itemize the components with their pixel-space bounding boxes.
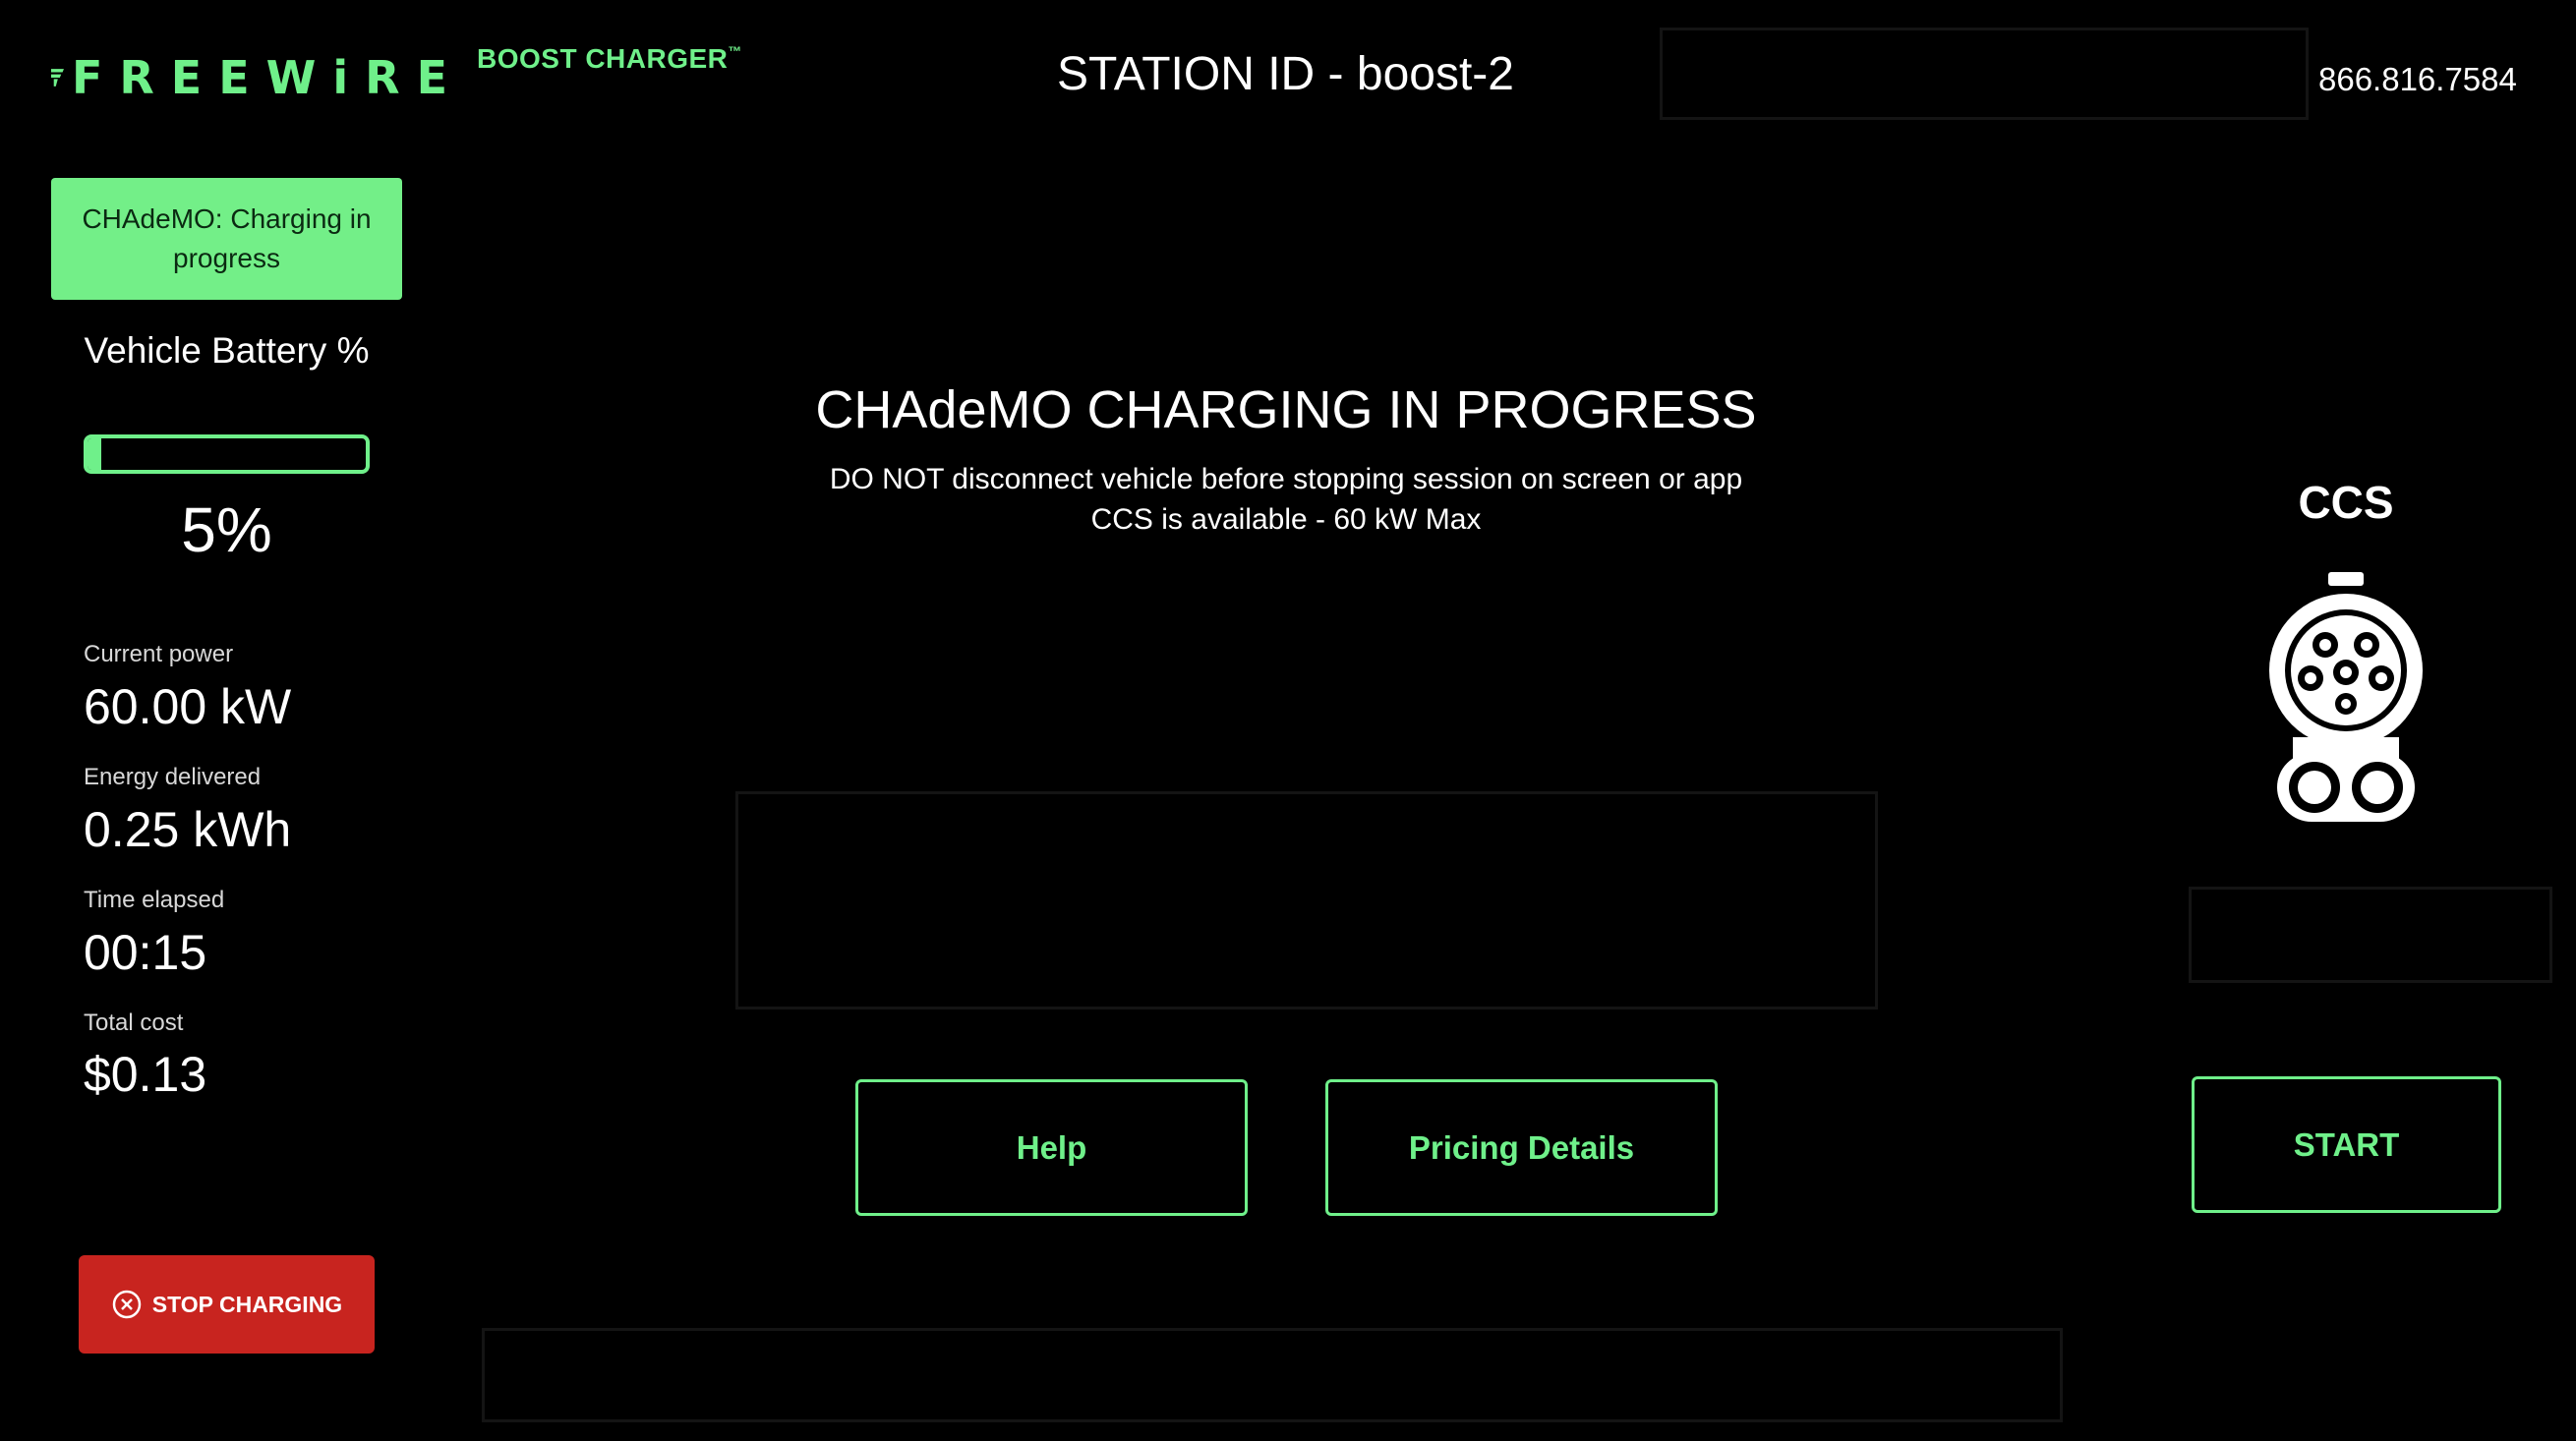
charger-screen: FREEWiRE BOOST CHARGER™ STATION ID - boo…: [0, 0, 2576, 1441]
footer-placeholder-box: [482, 1328, 2063, 1422]
help-button[interactable]: Help: [855, 1079, 1248, 1216]
start-button-label: START: [2293, 1125, 2400, 1163]
status-badge: CHAdeMO: Charging in progress: [51, 178, 402, 300]
connector-placeholder-box: [2189, 887, 2552, 983]
trademark-symbol: ™: [728, 43, 742, 59]
pricing-details-button[interactable]: Pricing Details: [1325, 1079, 1718, 1216]
support-phone: 866.816.7584: [2318, 61, 2517, 97]
stop-charging-label: STOP CHARGING: [151, 1291, 343, 1317]
energy-delivered-label: Energy delivered: [84, 764, 262, 790]
time-elapsed-label: Time elapsed: [84, 887, 225, 913]
time-elapsed-value: 00:15: [84, 925, 207, 980]
help-button-label: Help: [1016, 1128, 1087, 1166]
pricing-details-label: Pricing Details: [1408, 1128, 1635, 1166]
total-cost-value: $0.13: [84, 1047, 207, 1102]
status-badge-text: CHAdeMO: Charging in progress: [82, 203, 372, 273]
battery-progress-bar: [84, 434, 370, 474]
center-placeholder-box: [735, 791, 1878, 1009]
battery-progress-fill: [88, 438, 102, 470]
battery-percent: 5%: [181, 494, 272, 565]
disconnect-warning: DO NOT disconnect vehicle before stoppin…: [829, 463, 1743, 495]
current-power-label: Current power: [84, 641, 234, 667]
close-circle-icon: [112, 1290, 142, 1319]
header-placeholder-box: [1660, 28, 2309, 120]
total-cost-label: Total cost: [84, 1009, 184, 1036]
logo-text: FREEWiRE: [71, 51, 464, 104]
product-name-text: BOOST CHARGER: [477, 43, 729, 74]
start-button[interactable]: START: [2192, 1076, 2501, 1213]
station-id: STATION ID - boost-2: [1057, 48, 1514, 100]
energy-delivered-value: 0.25 kWh: [84, 802, 292, 857]
ccs-availability: CCS is available - 60 kW Max: [1090, 503, 1482, 536]
ccs-plug-icon: [2263, 570, 2429, 826]
connector-label: CCS: [2298, 477, 2394, 528]
freewire-logo-icon: [51, 69, 64, 86]
current-power-value: 60.00 kW: [84, 679, 292, 734]
battery-label: Vehicle Battery %: [84, 330, 370, 371]
freewire-logo: FREEWiRE: [51, 47, 464, 108]
stop-charging-button[interactable]: STOP CHARGING: [79, 1255, 375, 1354]
charging-title: CHAdeMO CHARGING IN PROGRESS: [815, 380, 1757, 439]
product-name: BOOST CHARGER™: [477, 43, 742, 75]
